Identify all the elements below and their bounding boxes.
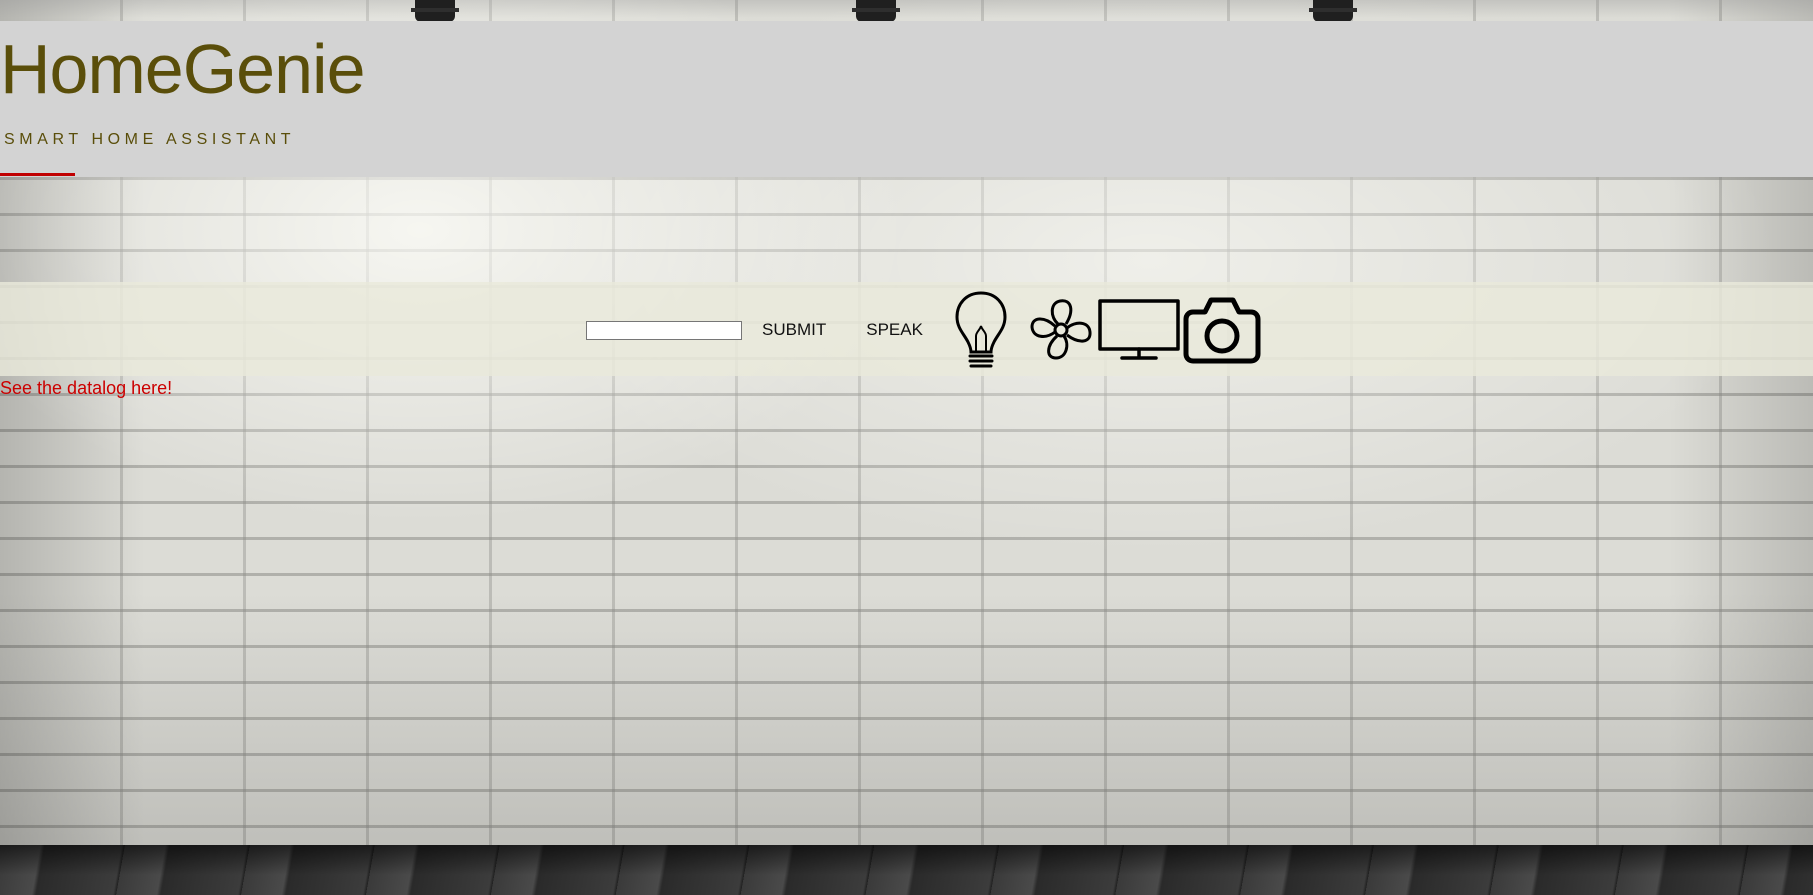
command-input[interactable] — [586, 320, 742, 340]
site-tagline: SMART HOME ASSISTANT — [4, 131, 296, 148]
submit-button[interactable]: SUBMIT — [762, 320, 826, 340]
site-title: HomeGenie — [0, 30, 366, 108]
ceiling-lamp — [852, 0, 900, 22]
speak-button[interactable]: SPEAK — [866, 320, 923, 340]
camera-icon[interactable] — [1183, 296, 1261, 364]
lightbulb-icon[interactable] — [954, 290, 1008, 370]
tv-monitor-icon[interactable] — [1098, 299, 1180, 361]
wooden-floor-background — [0, 845, 1813, 895]
ceiling-lamp — [1309, 0, 1357, 22]
command-controls: SUBMIT SPEAK — [586, 290, 1261, 370]
header-accent-line — [0, 173, 75, 176]
site-header: HomeGenie SMART HOME ASSISTANT — [0, 21, 1813, 177]
datalog-link[interactable]: See the datalog here! — [0, 378, 172, 399]
ceiling-lamp — [411, 0, 459, 22]
fan-icon[interactable] — [1028, 297, 1094, 363]
